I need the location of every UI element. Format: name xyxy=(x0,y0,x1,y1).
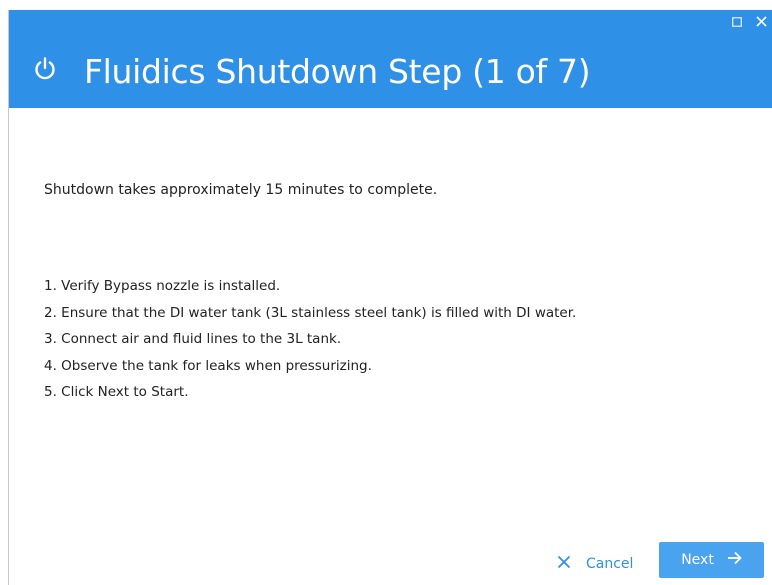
maximize-icon xyxy=(732,14,742,32)
app-frame: Fluidics Shutdown Step (1 of 7) Shutdown… xyxy=(0,0,772,585)
next-label: Next xyxy=(681,552,714,568)
list-item: 1. Verify Bypass nozzle is installed. xyxy=(44,278,281,294)
cancel-close-icon xyxy=(557,555,586,573)
shutdown-dialog: Fluidics Shutdown Step (1 of 7) Shutdown… xyxy=(8,10,772,585)
arrow-right-icon xyxy=(714,551,742,569)
close-window-button[interactable] xyxy=(752,14,770,32)
dialog-header: Fluidics Shutdown Step (1 of 7) xyxy=(9,10,772,108)
close-icon xyxy=(755,14,767,32)
step-list: 1. Verify Bypass nozzle is installed. 2.… xyxy=(44,278,576,411)
list-item: 4. Observe the tank for leaks when press… xyxy=(44,357,372,374)
list-item: 2. Ensure that the DI water tank (3L sta… xyxy=(44,304,577,321)
list-item: 3. Connect air and fluid lines to the 3L… xyxy=(44,331,342,347)
power-icon xyxy=(34,57,56,81)
list-item: 5. Click Next to Start. xyxy=(44,384,189,400)
maximize-button[interactable] xyxy=(728,14,746,32)
dialog-title: Fluidics Shutdown Step (1 of 7) xyxy=(84,52,591,91)
dialog-content: Shutdown takes approximately 15 minutes … xyxy=(9,108,772,585)
next-button[interactable]: Next xyxy=(659,542,764,578)
cancel-button[interactable]: Cancel xyxy=(557,546,649,582)
intro-text: Shutdown takes approximately 15 minutes … xyxy=(44,182,438,198)
cancel-label: Cancel xyxy=(586,556,634,572)
